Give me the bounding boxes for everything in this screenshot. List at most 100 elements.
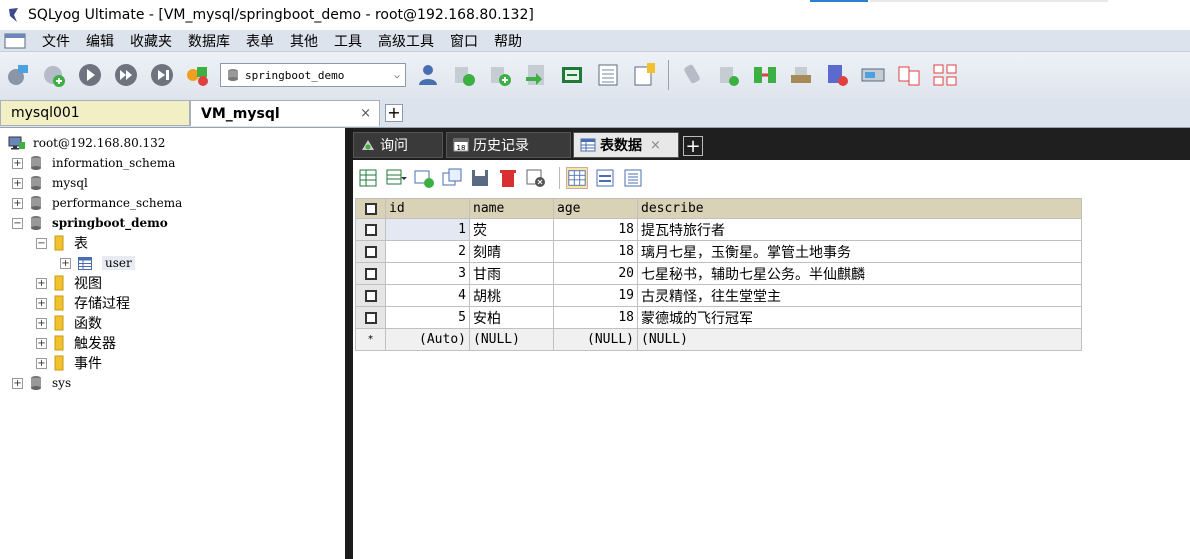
tree-root[interactable]: root@192.168.80.132 — [8, 133, 165, 153]
cell-describe[interactable]: 璃月七星，玉衡星。掌管土地事务 — [637, 240, 1082, 263]
import-icon[interactable] — [522, 61, 550, 89]
cell-describe[interactable]: (NULL) — [637, 328, 1082, 351]
column-header-id[interactable]: id — [385, 198, 470, 219]
close-icon[interactable]: × — [650, 138, 661, 153]
monitor-icon[interactable] — [859, 61, 887, 89]
insert-row-menu-icon[interactable] — [385, 167, 407, 189]
table-row[interactable]: 4 胡桃 19 古灵精怪，往生堂堂主 — [355, 284, 1082, 307]
column-header-describe[interactable]: describe — [637, 198, 1082, 219]
checkbox-icon[interactable] — [364, 311, 377, 324]
schema-designer-icon[interactable] — [594, 61, 622, 89]
database-selector[interactable]: springboot_demo ⌵ — [220, 63, 406, 87]
row-checkbox[interactable] — [355, 306, 386, 329]
insert-row-icon[interactable] — [357, 167, 379, 189]
menu-advanced-tools[interactable]: 高级工具 — [370, 31, 442, 51]
schema-compare-icon[interactable] — [895, 61, 923, 89]
expand-icon[interactable]: + — [60, 257, 71, 269]
add-row-icon[interactable] — [413, 167, 435, 189]
checkbox-icon[interactable] — [364, 245, 377, 258]
cell-describe[interactable]: 七星秘书，辅助七星公务。半仙麒麟 — [637, 262, 1082, 285]
menu-other[interactable]: 其他 — [282, 31, 326, 51]
text-view-icon[interactable] — [622, 167, 644, 189]
checkbox-icon[interactable] — [364, 223, 377, 236]
tab-history[interactable]: 18 历史记录 — [446, 132, 571, 158]
menu-table[interactable]: 表单 — [238, 31, 282, 51]
cancel-changes-icon[interactable] — [525, 167, 547, 189]
user-icon[interactable] — [414, 61, 442, 89]
tree-folder-tables[interactable]: − 表 — [36, 233, 88, 253]
new-row[interactable]: * (Auto) (NULL) (NULL) (NULL) — [355, 328, 1082, 351]
cell-id[interactable]: (Auto) — [385, 328, 470, 351]
chevron-down-icon[interactable]: ⌵ — [389, 70, 405, 81]
cell-age[interactable]: (NULL) — [553, 328, 638, 351]
table-row[interactable]: 5 安柏 18 蒙德城的飞行冠军 — [355, 306, 1082, 329]
cell-name[interactable]: (NULL) — [469, 328, 554, 351]
collapse-icon[interactable]: − — [12, 217, 23, 229]
column-header-age[interactable]: age — [553, 198, 638, 219]
cell-id[interactable]: 2 — [385, 240, 470, 263]
checkbox-icon[interactable] — [364, 289, 377, 302]
menu-window[interactable]: 窗口 — [442, 31, 486, 51]
cell-describe[interactable]: 提瓦特旅行者 — [637, 218, 1082, 241]
tree-folder-triggers[interactable]: + 触发器 — [36, 333, 116, 353]
synchronize-icon[interactable] — [751, 61, 779, 89]
row-checkbox[interactable] — [355, 262, 386, 285]
menu-favorites[interactable]: 收藏夹 — [122, 31, 180, 51]
menu-tools[interactable]: 工具 — [326, 31, 370, 51]
save-icon[interactable] — [469, 167, 491, 189]
cell-name[interactable]: 安柏 — [469, 306, 554, 329]
row-checkbox[interactable] — [355, 240, 386, 263]
connection-tab-vm-mysql[interactable]: VM_mysql × — [190, 100, 380, 126]
tree-item-mysql[interactable]: + mysql — [12, 173, 88, 193]
new-connection-icon[interactable] — [4, 61, 32, 89]
table-row[interactable]: 3 甘雨 20 七星秘书，辅助七星公务。半仙麒麟 — [355, 262, 1082, 285]
cell-age[interactable]: 20 — [553, 262, 638, 285]
collapse-icon[interactable]: − — [36, 237, 47, 249]
form-view-icon[interactable] — [594, 167, 616, 189]
cell-age[interactable]: 18 — [553, 218, 638, 241]
row-checkbox[interactable] — [355, 284, 386, 307]
query-builder-icon[interactable] — [630, 61, 658, 89]
expand-icon[interactable]: + — [36, 357, 47, 369]
tree-item-springboot-demo[interactable]: − springboot_demo — [12, 213, 168, 233]
create-database-icon[interactable] — [450, 61, 478, 89]
expand-icon[interactable]: + — [12, 157, 23, 169]
tree-folder-views[interactable]: + 视图 — [36, 273, 102, 293]
cell-id[interactable]: 3 — [385, 262, 470, 285]
backup-icon[interactable] — [679, 61, 707, 89]
menu-file[interactable]: 文件 — [34, 31, 78, 51]
tree-folder-events[interactable]: + 事件 — [36, 353, 102, 373]
add-connection-icon[interactable] — [40, 61, 68, 89]
tree-folder-functions[interactable]: + 函数 — [36, 313, 102, 333]
grid-view-icon[interactable] — [566, 167, 588, 189]
tab-query[interactable]: 询问 — [353, 132, 443, 158]
cell-id[interactable]: 5 — [385, 306, 470, 329]
menu-database[interactable]: 数据库 — [180, 31, 238, 51]
pane-splitter[interactable] — [345, 128, 353, 559]
cell-name[interactable]: 刻晴 — [469, 240, 554, 263]
select-all-checkbox[interactable] — [355, 198, 386, 219]
row-checkbox[interactable] — [355, 218, 386, 241]
menu-help[interactable]: 帮助 — [486, 31, 530, 51]
checkbox-icon[interactable] — [364, 267, 377, 280]
export-icon[interactable] — [558, 61, 586, 89]
table-row[interactable]: 2 刻晴 18 璃月七星，玉衡星。掌管土地事务 — [355, 240, 1082, 263]
restore-icon[interactable] — [715, 61, 743, 89]
tree-item-user-table[interactable]: + user — [60, 253, 135, 273]
tree-item-sys[interactable]: + sys — [12, 373, 71, 393]
tab-table-data[interactable]: 表数据 × — [573, 132, 679, 158]
expand-icon[interactable]: + — [36, 297, 47, 309]
close-icon[interactable]: × — [360, 106, 371, 121]
column-header-name[interactable]: name — [469, 198, 554, 219]
cell-name[interactable]: 胡桃 — [469, 284, 554, 307]
add-connection-tab-button[interactable]: + — [385, 104, 403, 122]
connection-tab-mysql001[interactable]: mysql001 — [0, 100, 190, 126]
cell-name[interactable]: 荧 — [469, 218, 554, 241]
expand-icon[interactable]: + — [36, 277, 47, 289]
cell-id[interactable]: 4 — [385, 284, 470, 307]
tree-folder-procedures[interactable]: + 存储过程 — [36, 293, 130, 313]
cell-describe[interactable]: 蒙德城的飞行冠军 — [637, 306, 1082, 329]
table-row[interactable]: 1 荧 18 提瓦特旅行者 — [355, 218, 1082, 241]
window-menu-icon[interactable] — [4, 33, 26, 49]
tree-item-performance-schema[interactable]: + performance_schema — [12, 193, 182, 213]
